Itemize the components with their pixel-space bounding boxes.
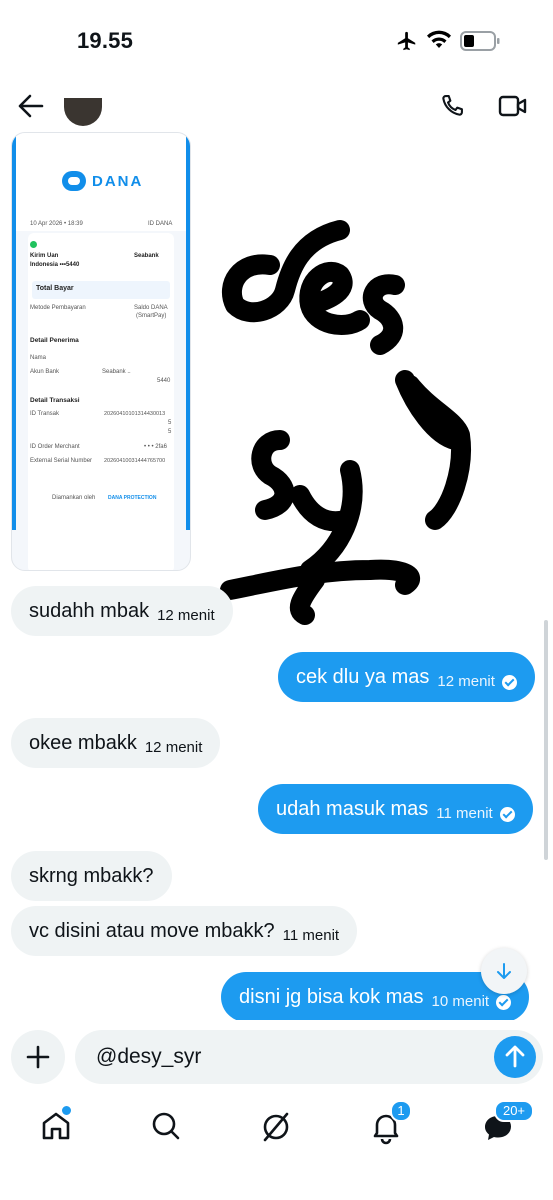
nav-messages[interactable]: 20+	[478, 1100, 534, 1146]
battery-icon	[460, 31, 500, 51]
arrow-up-icon	[505, 1045, 525, 1068]
home-dot-badge	[60, 1104, 73, 1117]
read-check-icon	[496, 994, 512, 1010]
dana-logo: DANA	[62, 171, 143, 191]
message-input-value[interactable]: @desy_syr	[96, 1045, 201, 1069]
nav-grok[interactable]	[256, 1106, 296, 1146]
message-bubble-outgoing[interactable]: udah masuk mas 11 menit	[258, 784, 533, 834]
phone-icon[interactable]	[438, 91, 466, 121]
scroll-to-bottom-button[interactable]	[481, 948, 527, 994]
status-time: 19.55	[77, 28, 134, 53]
nav-home[interactable]	[36, 1104, 76, 1146]
airplane-mode-icon	[394, 30, 420, 52]
plus-icon	[26, 1045, 50, 1069]
message-time: 10 menit	[431, 992, 490, 1010]
avatar[interactable]	[64, 98, 102, 126]
grok-icon	[263, 1112, 289, 1142]
add-attachment-button[interactable]	[11, 1030, 65, 1084]
dana-protection-logo: DANA PROTECTION	[108, 495, 157, 501]
receipt-image[interactable]: DANA 10 Apr 2026 • 18:39 ID DANA Kirim U…	[11, 132, 191, 571]
wifi-icon	[426, 30, 452, 50]
messages-badge: 20+	[494, 1100, 534, 1122]
read-check-icon	[499, 806, 515, 822]
message-time: 12 menit	[437, 672, 495, 690]
back-arrow-icon[interactable]	[16, 92, 46, 120]
search-icon	[152, 1112, 180, 1140]
message-bubble-incoming[interactable]: okee mbakk 12 menit	[11, 718, 221, 768]
message-bubble-outgoing[interactable]: cek dlu ya mas 12 menit	[278, 652, 535, 702]
arrow-down-icon	[497, 963, 511, 979]
receipt-id-label: ID DANA	[148, 221, 173, 227]
handwritten-sticker	[220, 220, 471, 625]
message-time: 11 menit	[282, 926, 340, 944]
scrollbar[interactable]	[544, 620, 548, 860]
nav-search[interactable]	[146, 1106, 186, 1146]
send-button[interactable]	[494, 1036, 536, 1078]
total-label: Total Bayar	[36, 285, 74, 292]
video-call-icon[interactable]	[498, 93, 528, 119]
success-check-icon	[30, 241, 37, 248]
nav-notifications[interactable]: 1	[366, 1100, 412, 1146]
notifications-badge: 1	[390, 1100, 412, 1122]
message-bubble-incoming[interactable]: skrng mbakk?	[11, 851, 172, 901]
message-time: 12 menit	[144, 738, 203, 756]
read-check-icon	[501, 674, 517, 690]
receipt-date: 10 Apr 2026 • 18:39	[30, 221, 83, 227]
message-bubble-incoming[interactable]: sudahh mbak 12 menit	[11, 586, 233, 636]
message-time: 11 menit	[436, 804, 493, 822]
message-bubble-incoming[interactable]: vc disini atau move mbakk? 11 menit	[11, 906, 358, 956]
message-time: 12 menit	[157, 606, 215, 624]
